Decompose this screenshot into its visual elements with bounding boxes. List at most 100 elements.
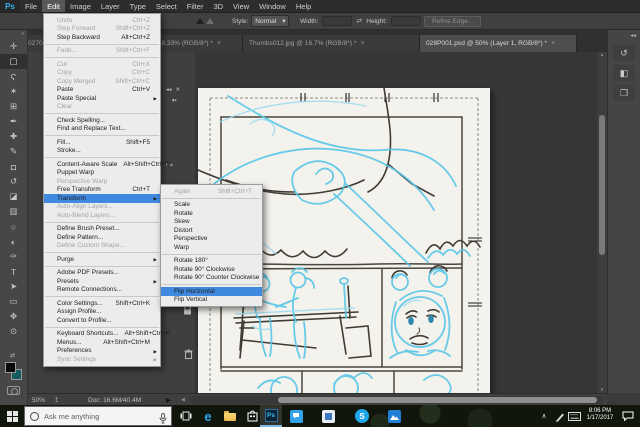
zoom-tool-icon[interactable]: ⊙ [0,324,27,339]
menu-item[interactable]: Define Custom Shape... [44,242,160,251]
menubar-item[interactable]: File [20,0,42,12]
layer-comps-panel-icon[interactable]: ❐ [613,85,635,101]
close-icon[interactable]: × [217,40,221,47]
menu-item[interactable]: Cut Ctrl+X [44,60,160,69]
close-icon[interactable]: × [360,40,364,47]
menubar-item[interactable]: Layer [96,0,125,12]
task-view-icon[interactable] [178,408,194,424]
menubar-item[interactable]: Filter [182,0,209,12]
menu-item[interactable]: Undo Ctrl+Z [44,16,160,25]
horizontal-scrollbar[interactable] [190,396,603,404]
photos-app-icon[interactable] [386,408,402,424]
tray-expand-icon[interactable]: ∧ [536,408,552,424]
menu-item[interactable]: Clear [44,103,160,112]
menu-item[interactable]: Fade... Shift+Ctrl+F [44,47,160,56]
menu-item[interactable]: Again Shift+Ctrl+T [161,187,262,196]
clock[interactable]: 8:06 PM 1/17/2017 [585,408,615,422]
menubar-item[interactable]: Edit [42,0,66,12]
magic-wand-tool-icon[interactable]: ✶ [0,84,27,99]
menu-item[interactable]: Perspective Warp [44,177,160,186]
action-center-icon[interactable] [620,408,636,424]
lasso-tool-icon[interactable]: Ϛ [0,69,27,84]
close-icon[interactable]: × [551,40,555,47]
menubar-item[interactable]: Window [254,0,291,12]
menu-item[interactable]: Check Spelling... [44,116,160,125]
store-icon[interactable] [244,408,260,424]
character-panel-icon[interactable]: ◧ [613,65,635,81]
menu-item[interactable]: Fill... Shift+F5 [44,138,160,147]
path-select-tool-icon[interactable]: ➤ [0,279,27,294]
tab-thumbs012[interactable]: Thumbs012.jpg @ 16.7% (RGB/8*) * × [243,35,420,52]
chat-app-icon[interactable] [288,408,304,424]
menu-item[interactable]: Rotate 90° Clockwise [161,265,262,274]
menu-item[interactable]: Copy Ctrl+C [44,69,160,78]
menu-item[interactable]: Remote Connections... [44,286,160,295]
menu-item[interactable]: Presets ▶ [44,277,160,286]
close-icon[interactable]: ✕ [176,87,181,93]
keyboard-tray-icon[interactable] [566,408,582,424]
menu-item[interactable]: Auto-Blend Layers... [44,211,160,220]
vertical-scrollbar[interactable]: ▴ ▾ [597,52,607,393]
healing-brush-tool-icon[interactable]: ✚ [0,129,27,144]
menubar-item[interactable]: View [228,0,254,12]
menu-item[interactable]: Convert to Profile... [44,316,160,325]
menu-item[interactable]: Distort [161,226,262,235]
menu-item[interactable]: Color Settings... Shift+Ctrl+K [44,299,160,308]
hand-tool-icon[interactable]: ✥ [0,309,27,324]
width-field[interactable] [322,16,353,26]
shape-tool-icon[interactable]: ▭ [0,294,27,309]
menu-item[interactable]: Warp [161,243,262,252]
menu-item[interactable]: Menus... Alt+Shift+Ctrl+M [44,338,160,347]
crop-tool-icon[interactable]: ⊞ [0,99,27,114]
scroll-up-icon[interactable]: ▴ [597,52,607,58]
photoshop-taskbar-button[interactable]: Ps [260,405,282,427]
menubar-item[interactable]: 3D [208,0,228,12]
menu-item[interactable]: Paste Ctrl+V [44,86,160,95]
menu-item[interactable]: Assign Profile... [44,308,160,317]
horizontal-scroll-thumb[interactable] [278,397,597,403]
pen-tool-icon[interactable]: ✑ [0,249,27,264]
menu-item[interactable]: Keyboard Shortcuts... Alt+Shift+Ctrl+K [44,330,170,339]
menu-item[interactable]: Define Pattern... [44,233,160,242]
options-fragment-icons[interactable] [196,13,216,29]
menu-item[interactable]: Adobe PDF Presets... [44,269,160,278]
blur-tool-icon[interactable]: ○ [0,219,27,234]
marquee-tool-icon[interactable]: ▢ [0,54,27,69]
menubar-item[interactable]: Image [65,0,96,12]
menu-item[interactable]: Preferences ▶ [44,347,160,356]
history-brush-tool-icon[interactable]: ↺ [0,174,27,189]
menu-item[interactable]: Step Backward Alt+Ctrl+Z [44,33,160,42]
expand-panels-icon[interactable]: ◂◂ [608,30,640,41]
quick-mask-icon[interactable] [7,386,20,395]
menu-item[interactable]: Flip Horizontal [161,287,262,296]
menu-item[interactable]: Perspective [161,235,262,244]
menubar-item[interactable]: Select [151,0,182,12]
menu-item[interactable]: Content-Aware Scale Alt+Shift+Ctrl+C [44,160,169,169]
menubar-item[interactable]: Help [291,0,316,12]
menu-item[interactable]: Rotate 180° [161,257,262,266]
height-field[interactable] [390,16,421,26]
collapse-tools-icon[interactable]: » [0,30,27,39]
edge-icon[interactable]: e [200,408,216,424]
search-input[interactable]: Ask me anything [24,406,172,426]
app-icon-unknown[interactable] [320,408,336,424]
brush-tool-icon[interactable]: ✎ [0,144,27,159]
menu-item[interactable]: Paste Special ▶ [44,94,160,103]
foreground-color-swatch[interactable] [5,362,16,373]
dodge-tool-icon[interactable]: ◐ [0,234,27,249]
menu-item[interactable]: Sync Settings ▶ [44,355,160,364]
gradient-tool-icon[interactable]: ▥ [0,204,27,219]
menu-item[interactable]: Rotate 90° Counter Clockwise [161,274,262,283]
eraser-tool-icon[interactable]: ◪ [0,189,27,204]
refine-edge-button[interactable]: Refine Edge... [424,15,482,27]
panel-menu-fragment[interactable]: ▾▪ [172,98,177,104]
clone-stamp-tool-icon[interactable]: ◘ [0,159,27,174]
menu-item[interactable]: Puppet Warp [44,169,160,178]
move-tool-icon[interactable]: ✛ [0,39,27,54]
tab-028p001-active[interactable]: 028P001.psd @ 50% (Layer 1, RGB/8*) * × [420,35,577,52]
menu-item[interactable]: Step Forward Shift+Ctrl+Z [44,25,160,34]
history-panel-icon[interactable]: ↺ [613,45,635,61]
style-dropdown[interactable]: Normal ▾ [251,15,290,27]
menu-item[interactable]: Skew [161,218,262,227]
menu-item[interactable]: Rotate [161,209,262,218]
